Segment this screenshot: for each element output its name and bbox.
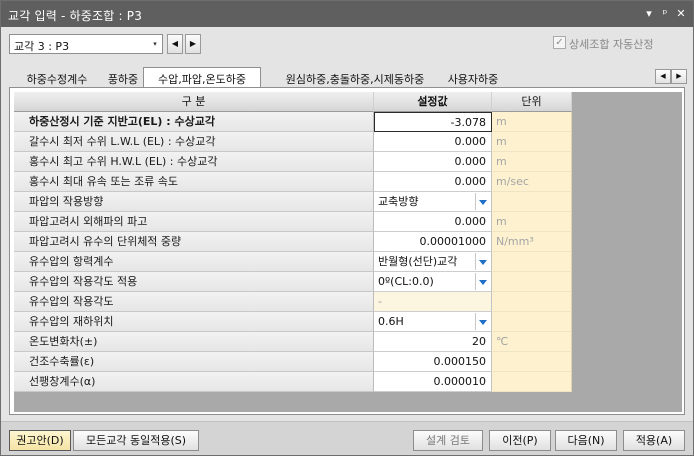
table-row: 파압의 작용방향 교축방향 xyxy=(14,192,682,212)
unit-cell: m xyxy=(492,212,572,232)
pier-input-window: 교각 입력 - 하중조합 : P3 ▾ ᵖ ✕ 교각 3 : P3 ▾ ◀ ▶ … xyxy=(0,0,694,456)
table-row: 유수압의 작용각도 적용 0º(CL:0.0) xyxy=(14,272,682,292)
table-row: 온도변화차(±) 20 ℃ xyxy=(14,332,682,352)
next-pier-button[interactable]: ▶ xyxy=(185,34,201,54)
header-category: 구 분 xyxy=(14,92,374,112)
dropdown-arrow-icon[interactable] xyxy=(475,193,490,210)
value-cell[interactable]: 0.000 xyxy=(374,212,492,232)
unit-cell: m xyxy=(492,112,572,132)
row-label: 선팽창계수(α) xyxy=(14,372,374,392)
unit-cell xyxy=(492,272,572,292)
unit-cell: N/mm³ xyxy=(492,232,572,252)
value-cell[interactable]: 0.000150 xyxy=(374,352,492,372)
value-cell[interactable]: 0.000010 xyxy=(374,372,492,392)
tab-panel: 구 분 설정값 단위 하중산정시 기준 지반고(EL) : 수상교각 -3.07… xyxy=(9,87,685,415)
tab-scroll-right-icon[interactable]: ▶ xyxy=(671,69,687,84)
tab-wind-load[interactable]: 풍하중 xyxy=(101,69,145,87)
title-bar: 교각 입력 - 하중조합 : P3 ▾ ᵖ ✕ xyxy=(1,1,693,27)
row-label: 파압고려시 유수의 단위체적 중량 xyxy=(14,232,374,252)
row-label: 홍수시 최고 수위 H.W.L (EL) : 수상교각 xyxy=(14,152,374,172)
chevron-down-icon[interactable]: ▾ xyxy=(148,35,162,53)
tab-load-modifier[interactable]: 하중수정계수 xyxy=(15,69,99,87)
table-row: 유수압의 재하위치 0.6H xyxy=(14,312,682,332)
row-label: 건조수축률(ε) xyxy=(14,352,374,372)
dropdown-arrow-icon[interactable] xyxy=(475,273,490,290)
close-icon[interactable]: ✕ xyxy=(673,5,689,23)
pier-select[interactable]: 교각 3 : P3 ▾ xyxy=(9,34,163,54)
tab-scroll-left-icon[interactable]: ◀ xyxy=(655,69,671,84)
dropdown-arrow-icon[interactable] xyxy=(475,253,490,270)
value-cell[interactable]: 0.000 xyxy=(374,152,492,172)
design-check-button[interactable]: 설계 검토 xyxy=(413,430,483,451)
value-cell[interactable]: 0.00001000 xyxy=(374,232,492,252)
tab-water-wave-temperature[interactable]: 수압,파압,온도하중 xyxy=(143,67,261,88)
prev-pier-button[interactable]: ◀ xyxy=(167,34,183,54)
value-text: 교축방향 xyxy=(378,195,419,208)
value-cell[interactable]: 0.000 xyxy=(374,172,492,192)
unit-cell xyxy=(492,192,572,212)
unit-cell xyxy=(492,312,572,332)
row-label: 유수압의 작용각도 xyxy=(14,292,374,312)
auto-calc-checkbox[interactable]: ✓ xyxy=(553,36,566,49)
row-label: 홍수시 최대 유속 또는 조류 속도 xyxy=(14,172,374,192)
loading-position-select[interactable]: 0.6H xyxy=(374,312,492,332)
row-label: 갈수시 최저 수위 L.W.L (EL) : 수상교각 xyxy=(14,132,374,152)
unit-cell xyxy=(492,292,572,312)
table-row: 파압고려시 유수의 단위체적 중량 0.00001000 N/mm³ xyxy=(14,232,682,252)
table-row: 파압고려시 외해파의 파고 0.000 m xyxy=(14,212,682,232)
unit-cell: ℃ xyxy=(492,332,572,352)
value-cell[interactable]: -3.078 xyxy=(374,112,492,132)
dropdown-arrow-icon[interactable] xyxy=(475,313,490,330)
table-row: 유수압의 항력계수 반월형(선단)교각 xyxy=(14,252,682,272)
table-row: 건조수축률(ε) 0.000150 xyxy=(14,352,682,372)
unit-cell xyxy=(492,372,572,392)
value-text: 0º(CL:0.0) xyxy=(378,275,434,288)
row-label: 온도변화차(±) xyxy=(14,332,374,352)
table-row: 갈수시 최저 수위 L.W.L (EL) : 수상교각 0.000 m xyxy=(14,132,682,152)
tab-strip: 하중수정계수 풍하중 수압,파압,온도하중 원심하중,충돌하중,시제동하중 사용… xyxy=(9,67,687,88)
value-cell[interactable]: 0.000 xyxy=(374,132,492,152)
next-button[interactable]: 다음(N) xyxy=(555,430,617,451)
previous-button[interactable]: 이전(P) xyxy=(489,430,551,451)
wave-direction-select[interactable]: 교축방향 xyxy=(374,192,492,212)
value-cell: - xyxy=(374,292,492,312)
window-menu-icon[interactable]: ▾ xyxy=(641,5,657,23)
unit-cell: m/sec xyxy=(492,172,572,192)
property-grid: 구 분 설정값 단위 하중산정시 기준 지반고(EL) : 수상교각 -3.07… xyxy=(14,92,682,412)
table-row: 홍수시 최고 수위 H.W.L (EL) : 수상교각 0.000 m xyxy=(14,152,682,172)
unit-cell xyxy=(492,352,572,372)
row-label: 유수압의 작용각도 적용 xyxy=(14,272,374,292)
value-cell[interactable]: 20 xyxy=(374,332,492,352)
table-row: 홍수시 최대 유속 또는 조류 속도 0.000 m/sec xyxy=(14,172,682,192)
table-row: 하중산정시 기준 지반고(EL) : 수상교각 -3.078 m xyxy=(14,112,682,132)
row-label: 파압고려시 외해파의 파고 xyxy=(14,212,374,232)
pin-icon[interactable]: ᵖ xyxy=(657,5,673,23)
tab-centrifugal-collision-braking[interactable]: 원심하중,충돌하중,시제동하중 xyxy=(265,69,445,87)
apply-all-piers-button[interactable]: 모든교각 동일적용(S) xyxy=(73,430,199,451)
recommend-button[interactable]: 권고안(D) xyxy=(9,430,71,451)
window-title: 교각 입력 - 하중조합 : P3 xyxy=(8,9,143,23)
value-text: 0.6H xyxy=(378,315,404,328)
tab-user-load[interactable]: 사용자하중 xyxy=(441,69,505,87)
header-unit: 단위 xyxy=(492,92,572,112)
unit-cell: m xyxy=(492,152,572,172)
drag-coefficient-select[interactable]: 반월형(선단)교각 xyxy=(374,252,492,272)
table-row: 유수압의 작용각도 - xyxy=(14,292,682,312)
unit-cell xyxy=(492,252,572,272)
header-value: 설정값 xyxy=(374,92,492,112)
value-text: 반월형(선단)교각 xyxy=(378,255,458,268)
row-label: 유수압의 재하위치 xyxy=(14,312,374,332)
unit-cell: m xyxy=(492,132,572,152)
row-label: 파압의 작용방향 xyxy=(14,192,374,212)
row-label: 하중산정시 기준 지반고(EL) : 수상교각 xyxy=(14,112,374,132)
table-row: 선팽창계수(α) 0.000010 xyxy=(14,372,682,392)
auto-calc-label: 상세조합 자동산정 xyxy=(569,38,654,51)
pier-select-value: 교각 3 : P3 xyxy=(14,40,70,53)
action-bar: 권고안(D) 모든교각 동일적용(S) 설계 검토 이전(P) 다음(N) 적용… xyxy=(1,421,693,455)
apply-button[interactable]: 적용(A) xyxy=(623,430,685,451)
action-angle-select[interactable]: 0º(CL:0.0) xyxy=(374,272,492,292)
row-label: 유수압의 항력계수 xyxy=(14,252,374,272)
toolbar: 교각 3 : P3 ▾ ◀ ▶ ✓ 상세조합 자동산정 xyxy=(1,27,693,61)
